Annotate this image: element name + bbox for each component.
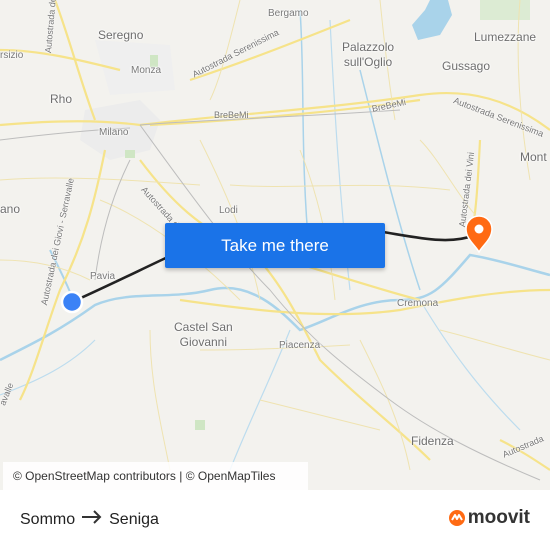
- road-label-brebemi: BreBeMi: [214, 110, 249, 120]
- attribution-text[interactable]: © OpenStreetMap contributors | © OpenMap…: [13, 469, 275, 483]
- park-area: [195, 420, 205, 430]
- map-attribution[interactable]: © OpenStreetMap contributors | © OpenMap…: [3, 462, 308, 490]
- moovit-logo-text: moovit: [467, 507, 530, 528]
- city-label-piacenza: Piacenza: [279, 340, 321, 351]
- river-po: [0, 253, 550, 362]
- moovit-logo-icon: [448, 510, 465, 526]
- map-view[interactable]: Seregno Monza Bergamo Palazzolo sull'Ogl…: [0, 0, 550, 490]
- city-label-rho: Rho: [50, 92, 73, 106]
- city-label-seregno: Seregno: [98, 28, 144, 42]
- moovit-logo[interactable]: moovit: [448, 507, 530, 529]
- river-taro: [419, 299, 521, 431]
- city-label-lumezzane: Lumezzane: [474, 30, 537, 44]
- park-area: [480, 0, 530, 20]
- highway-a21: [179, 288, 550, 316]
- highway-a1: [139, 159, 431, 461]
- city-label-bergamo: Bergamo: [268, 8, 309, 19]
- origin-name: Sommo: [20, 510, 76, 528]
- city-label-busto-arsizio: rsizio: [0, 50, 24, 61]
- lake-iseo: [412, 0, 452, 40]
- city-label-lodi: Lodi: [219, 205, 238, 216]
- city-label-pavia: Pavia: [90, 271, 116, 282]
- city-label-fidenza: Fidenza: [411, 434, 454, 448]
- route-summary: Sommo Seniga: [20, 510, 159, 529]
- railway: [94, 159, 131, 281]
- city-label-fragment-west: ano: [0, 202, 21, 216]
- city-label-castel-san-giovanni: Castel San Giovanni: [174, 320, 233, 349]
- origin-marker: [60, 290, 84, 314]
- park-area: [125, 150, 135, 158]
- city-label-monza: Monza: [131, 65, 162, 76]
- arrow-right-icon: [81, 510, 103, 529]
- take-me-there-button[interactable]: Take me there: [165, 223, 385, 268]
- city-label-gussago: Gussago: [442, 59, 491, 73]
- destination-name: Seniga: [109, 510, 159, 528]
- city-label-milano: Milano: [99, 127, 129, 138]
- highway-a4: [0, 91, 550, 131]
- city-label-palazzolo: Palazzolo sull'Oglio: [342, 40, 395, 69]
- city-label-fragment-east: Mont: [520, 150, 547, 164]
- destination-marker-icon: [465, 215, 493, 254]
- city-label-cremona: Cremona: [397, 298, 439, 309]
